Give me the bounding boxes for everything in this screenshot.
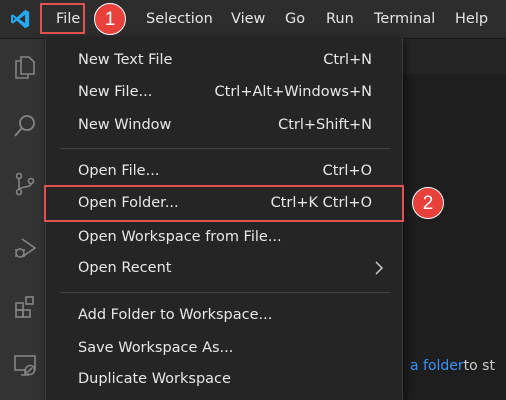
menu-item-label: Duplicate Workspace <box>78 371 231 387</box>
menu-item-label: New Text File <box>78 52 173 68</box>
menu-item-label: New File... <box>78 84 153 100</box>
menu-go[interactable]: Go <box>285 8 305 30</box>
menu-item-open-workspace-from-file[interactable]: Open Workspace from File... <box>46 222 402 252</box>
menu-item-save-workspace-as[interactable]: Save Workspace As... <box>46 333 402 363</box>
explorer-icon[interactable] <box>13 54 37 80</box>
remote-explorer-icon[interactable] <box>13 353 37 379</box>
menu-selection[interactable]: Selection <box>146 8 213 30</box>
run-debug-icon[interactable] <box>13 236 37 262</box>
menu-item-shortcut: Ctrl+Alt+Windows+N <box>214 84 372 100</box>
vscode-logo-icon[interactable] <box>9 8 31 30</box>
search-icon[interactable] <box>13 113 37 139</box>
menu-item-new-file[interactable]: New File... Ctrl+Alt+Windows+N <box>46 77 402 107</box>
file-menu-highlight <box>40 3 85 34</box>
open-folder-link[interactable]: a folder <box>410 358 464 374</box>
chevron-right-icon <box>375 261 384 275</box>
menu-item-label: Open Workspace from File... <box>78 229 282 245</box>
menu-terminal[interactable]: Terminal <box>374 8 435 30</box>
open-folder-highlight <box>44 185 404 222</box>
menu-item-add-folder-to-workspace[interactable]: Add Folder to Workspace... <box>46 300 402 330</box>
menu-view[interactable]: View <box>231 8 265 30</box>
welcome-text-after: to st <box>463 358 495 374</box>
menu-separator <box>60 148 390 149</box>
menu-help[interactable]: Help <box>455 8 488 30</box>
menu-item-open-recent[interactable]: Open Recent <box>46 253 402 283</box>
menu-item-label: New Window <box>78 117 172 133</box>
menu-item-shortcut: Ctrl+N <box>323 52 372 68</box>
menu-item-label: Open Recent <box>78 260 172 276</box>
activity-bar <box>0 39 48 400</box>
menu-item-label: Save Workspace As... <box>78 340 234 356</box>
welcome-text: a folderto st <box>410 358 495 374</box>
extensions-icon[interactable] <box>13 294 37 320</box>
menu-item-new-text-file[interactable]: New Text File Ctrl+N <box>46 45 402 75</box>
menu-item-shortcut: Ctrl+Shift+N <box>278 117 372 133</box>
menu-item-open-file[interactable]: Open File... Ctrl+O <box>46 156 402 186</box>
menu-item-shortcut: Ctrl+O <box>322 163 372 179</box>
source-control-icon[interactable] <box>13 171 37 197</box>
menu-run[interactable]: Run <box>326 8 354 30</box>
menu-separator <box>60 292 390 293</box>
menu-item-label: Add Folder to Workspace... <box>78 307 273 323</box>
menu-item-new-window[interactable]: New Window Ctrl+Shift+N <box>46 110 402 140</box>
menu-item-duplicate-workspace[interactable]: Duplicate Workspace <box>46 364 402 394</box>
step-2-badge: 2 <box>412 187 444 219</box>
step-1-badge: 1 <box>94 3 126 35</box>
menu-item-label: Open File... <box>78 163 160 179</box>
